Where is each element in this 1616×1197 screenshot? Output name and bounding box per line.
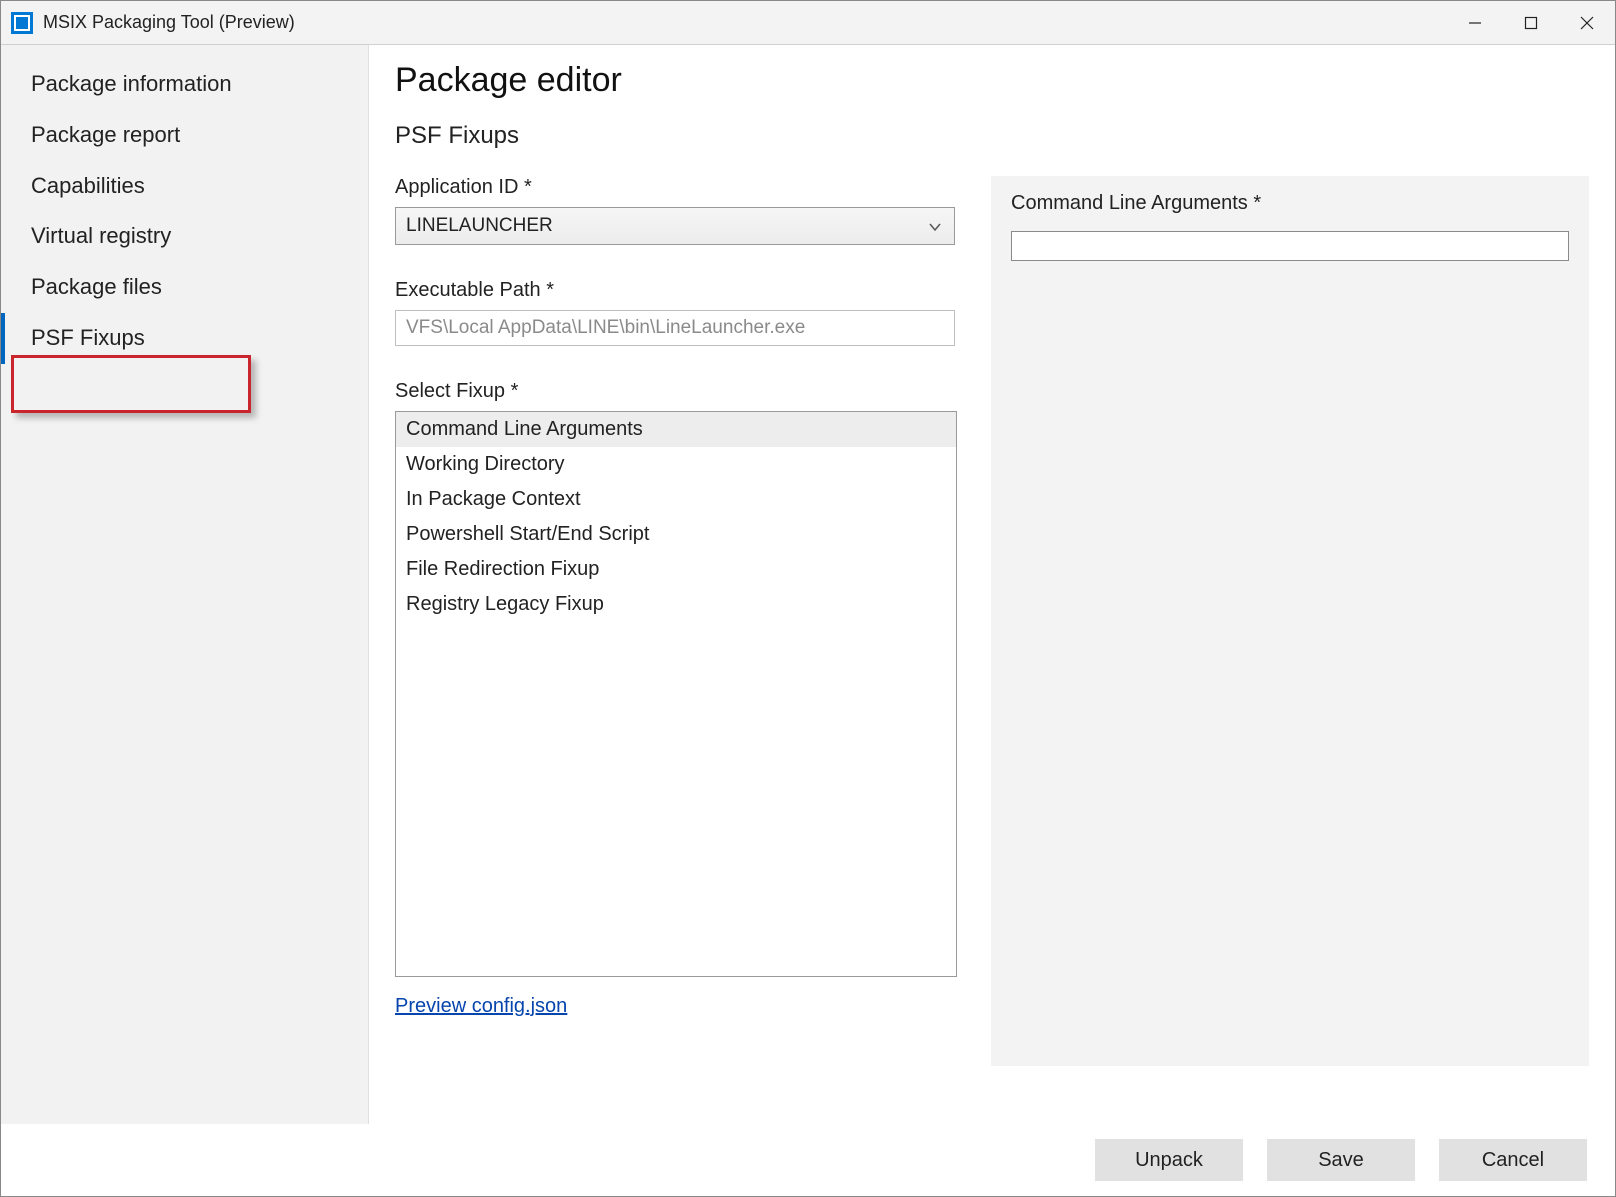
application-id-value: LINELAUNCHER	[406, 215, 553, 237]
fixup-item-command-line-arguments[interactable]: Command Line Arguments	[396, 412, 956, 447]
titlebar: MSIX Packaging Tool (Preview)	[1, 1, 1615, 45]
fixup-item-registry-legacy[interactable]: Registry Legacy Fixup	[396, 587, 956, 622]
sidebar-item-psf-fixups[interactable]: PSF Fixups	[1, 313, 368, 364]
close-button[interactable]	[1559, 1, 1615, 45]
unpack-button[interactable]: Unpack	[1095, 1139, 1243, 1181]
maximize-button[interactable]	[1503, 1, 1559, 45]
window-title: MSIX Packaging Tool (Preview)	[43, 12, 295, 33]
app-window: MSIX Packaging Tool (Preview) Package in…	[0, 0, 1616, 1197]
form-row: Application ID * LINELAUNCHER Executable…	[395, 176, 1591, 1066]
sidebar-item-capabilities[interactable]: Capabilities	[1, 161, 368, 212]
body: Package information Package report Capab…	[1, 45, 1615, 1124]
preview-config-link[interactable]: Preview config.json	[395, 995, 567, 1018]
save-button[interactable]: Save	[1267, 1139, 1415, 1181]
minimize-button[interactable]	[1447, 1, 1503, 45]
sidebar-item-virtual-registry[interactable]: Virtual registry	[1, 211, 368, 262]
close-icon	[1580, 16, 1594, 30]
sidebar-item-package-report[interactable]: Package report	[1, 110, 368, 161]
command-line-args-input[interactable]	[1011, 231, 1569, 261]
maximize-icon	[1524, 16, 1538, 30]
fixup-item-file-redirection[interactable]: File Redirection Fixup	[396, 552, 956, 587]
minimize-icon	[1468, 16, 1482, 30]
application-id-select[interactable]: LINELAUNCHER	[395, 207, 955, 245]
application-id-label: Application ID *	[395, 176, 961, 199]
fixup-item-working-directory[interactable]: Working Directory	[396, 447, 956, 482]
executable-path-input[interactable]: VFS\Local AppData\LINE\bin\LineLauncher.…	[395, 310, 955, 346]
sidebar-item-package-information[interactable]: Package information	[1, 59, 368, 110]
form-right-panel: Command Line Arguments *	[991, 176, 1589, 1066]
sidebar: Package information Package report Capab…	[1, 45, 369, 1124]
page-title: Package editor	[395, 61, 1591, 100]
command-line-args-label: Command Line Arguments *	[1011, 192, 1569, 215]
cancel-button[interactable]: Cancel	[1439, 1139, 1587, 1181]
executable-path-label: Executable Path *	[395, 279, 961, 302]
fixup-listbox[interactable]: Command Line Arguments Working Directory…	[395, 411, 957, 977]
fixup-item-powershell-script[interactable]: Powershell Start/End Script	[396, 517, 956, 552]
section-title: PSF Fixups	[395, 122, 1591, 150]
select-fixup-label: Select Fixup *	[395, 380, 961, 403]
app-icon	[11, 12, 33, 34]
fixup-item-in-package-context[interactable]: In Package Context	[396, 482, 956, 517]
chevron-down-icon	[928, 220, 942, 234]
footer: Unpack Save Cancel	[1, 1124, 1615, 1196]
form-left-column: Application ID * LINELAUNCHER Executable…	[395, 176, 961, 1066]
sidebar-item-package-files[interactable]: Package files	[1, 262, 368, 313]
executable-path-value: VFS\Local AppData\LINE\bin\LineLauncher.…	[406, 317, 805, 339]
main-content: Package editor PSF Fixups Application ID…	[369, 45, 1615, 1124]
